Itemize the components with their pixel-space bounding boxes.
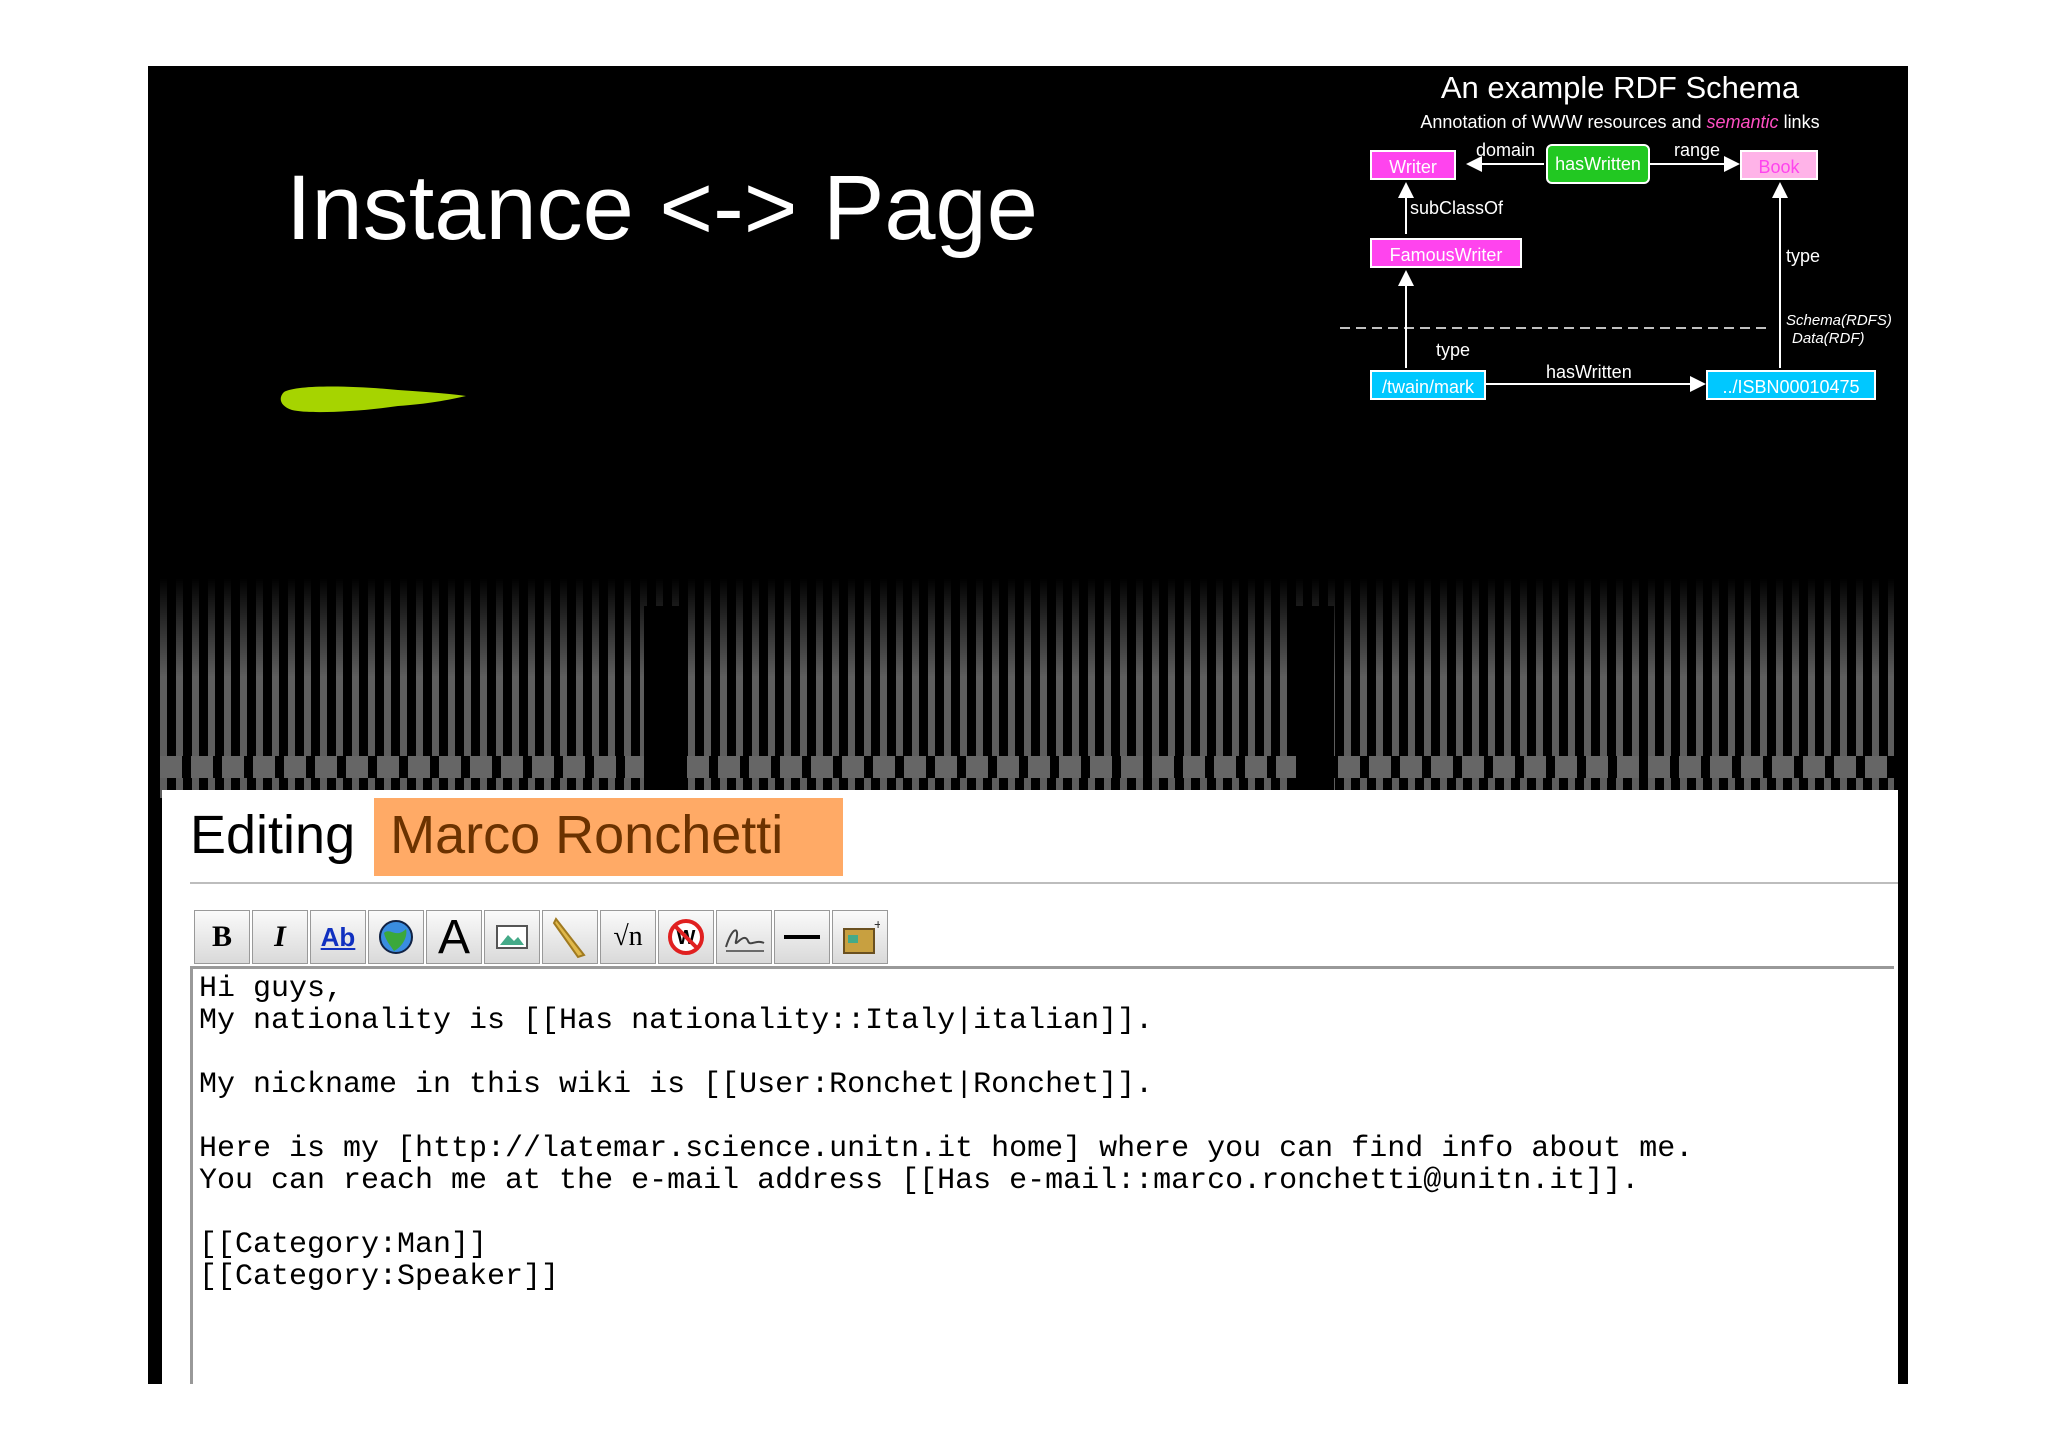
- label-range: range: [1674, 140, 1721, 160]
- label-type-left: type: [1436, 340, 1471, 360]
- stripe-gap: [1296, 606, 1334, 796]
- embedded-image-icon[interactable]: [484, 910, 540, 964]
- wikitext-line: My nationality is [[Has nationality::Ita…: [199, 1004, 1154, 1038]
- wikitext-line: You can reach me at the e-mail address […: [199, 1164, 1640, 1198]
- headline-button[interactable]: A: [426, 910, 482, 964]
- edit-page-heading: Editing Marco Ronchetti: [190, 798, 844, 878]
- node-famouswriter: FamousWriter: [1370, 238, 1522, 268]
- label-data-rdf: Data(RDF): [1792, 330, 1865, 347]
- wikitext-line: Hi guys,: [199, 972, 344, 1006]
- wikitext-line: Here is my [http://latemar.science.unitn…: [199, 1132, 1694, 1166]
- wikitext-textarea[interactable]: Hi guys, My nationality is [[Has nationa…: [190, 966, 1894, 1384]
- wikitext-line: [[Category:Man]]: [199, 1228, 488, 1262]
- edit-page-name-highlight: Marco Ronchetti: [374, 798, 844, 876]
- stripe-gap: [644, 606, 682, 796]
- label-domain: domain: [1476, 140, 1536, 160]
- slide: Instance <-> Page An example RDF Schema …: [148, 66, 1908, 1384]
- media-file-icon[interactable]: [542, 910, 598, 964]
- internal-link-button[interactable]: Ab: [310, 910, 366, 964]
- label-subclassof: subClassOf: [1410, 198, 1504, 218]
- wikitext-line: [199, 1037, 1888, 1069]
- wikitext-line: My nickname in this wiki is [[User:Ronch…: [199, 1068, 1154, 1102]
- node-isbn: ../ISBN00010475: [1706, 370, 1876, 400]
- nowiki-icon[interactable]: W: [658, 910, 714, 964]
- wiki-editor: Editing Marco Ronchetti B I Ab A √n W: [162, 790, 1898, 1384]
- bold-button[interactable]: B: [194, 910, 250, 964]
- math-formula-button[interactable]: √n: [600, 910, 656, 964]
- horizontal-line-icon[interactable]: [774, 910, 830, 964]
- external-link-globe-icon[interactable]: [368, 910, 424, 964]
- label-schema-rdfs: Schema(RDFS): [1786, 312, 1892, 329]
- svg-text:+: +: [874, 917, 880, 932]
- signature-icon[interactable]: [716, 910, 772, 964]
- wikitext-line: [199, 1101, 1888, 1133]
- stripe-band: [160, 756, 1894, 778]
- wikitext-line: [199, 1197, 1888, 1229]
- label-type-right: type: [1786, 246, 1821, 266]
- heading-divider: [190, 882, 1898, 884]
- node-writer: Writer: [1370, 150, 1456, 180]
- brush-stroke-decoration: [280, 386, 466, 413]
- label-haswritten: hasWritten: [1546, 362, 1632, 382]
- node-book: Book: [1740, 150, 1818, 180]
- slide-title: Instance <-> Page: [286, 157, 1038, 259]
- insert-table-icon[interactable]: +: [832, 910, 888, 964]
- edit-heading-label: Editing: [190, 805, 371, 865]
- italic-button[interactable]: I: [252, 910, 308, 964]
- edit-toolbar: B I Ab A √n W +: [194, 910, 890, 964]
- node-twain-mark: /twain/mark: [1370, 370, 1486, 400]
- wikitext-line: [[Category:Speaker]]: [199, 1260, 560, 1294]
- node-haswritten-property: hasWritten: [1546, 144, 1650, 184]
- wikitext-content: Hi guys, My nationality is [[Has nationa…: [193, 969, 1894, 1297]
- rdf-schema-diagram: An example RDF Schema Annotation of WWW …: [1340, 66, 1900, 446]
